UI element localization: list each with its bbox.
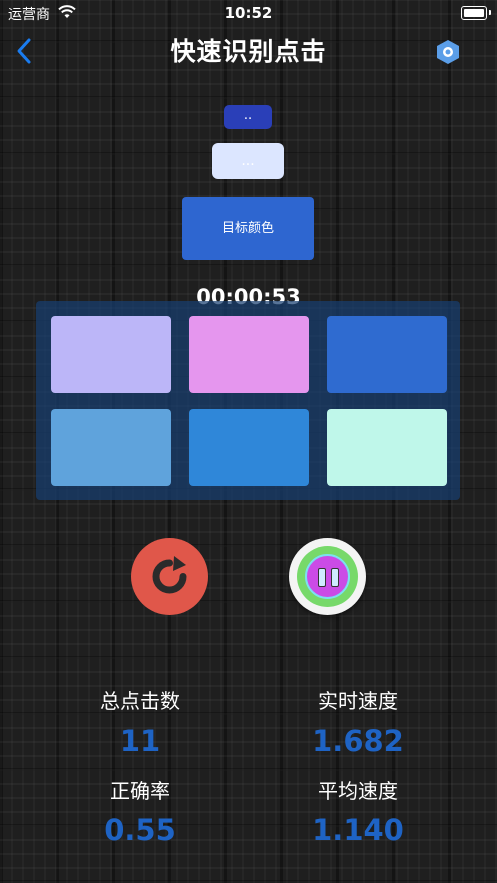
small-dots-button[interactable]: ..: [224, 105, 272, 129]
pause-button[interactable]: [289, 538, 366, 615]
realtime-speed-value: 1.682: [312, 724, 404, 758]
avg-speed-value: 1.140: [312, 813, 404, 847]
color-tile-6[interactable]: [327, 409, 447, 486]
color-tile-5[interactable]: [189, 409, 309, 486]
realtime-speed-label: 实时速度: [318, 689, 398, 713]
mid-dots-button[interactable]: ...: [212, 143, 284, 179]
clock: 10:52: [224, 4, 273, 22]
page-title: 快速识别点击: [170, 37, 327, 66]
accuracy-value: 0.55: [104, 813, 176, 847]
color-tile-2[interactable]: [189, 316, 309, 393]
restart-button[interactable]: [131, 538, 208, 615]
color-grid: [36, 301, 460, 500]
battery-icon: [461, 6, 491, 20]
avg-speed-label: 平均速度: [318, 779, 398, 803]
total-clicks-label: 总点击数: [100, 689, 180, 713]
settings-hexagon-icon[interactable]: [435, 39, 461, 65]
color-tile-1[interactable]: [51, 316, 171, 393]
status-bar: 运营商 10:52: [0, 0, 497, 26]
accuracy-label: 正确率: [110, 779, 170, 803]
total-clicks-value: 11: [119, 724, 161, 758]
restart-icon: [152, 556, 187, 594]
target-color-box: 目标颜色: [182, 197, 314, 260]
color-tile-3[interactable]: [327, 316, 447, 393]
pause-icon: [305, 554, 350, 599]
color-tile-4[interactable]: [51, 409, 171, 486]
